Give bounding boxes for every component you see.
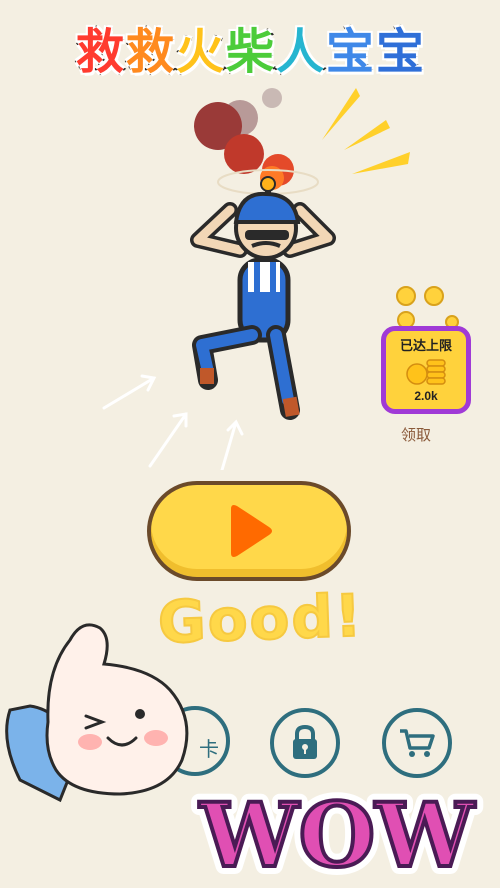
title-char-7: 宝	[375, 23, 426, 82]
wow-sticker: WOW WOW	[191, 780, 483, 885]
spark-icon	[322, 88, 360, 140]
title-char-6: 宝	[325, 23, 376, 82]
spark-icon	[352, 152, 410, 174]
lock-button[interactable]	[270, 708, 340, 778]
motion-arrow	[220, 419, 244, 470]
smoke-puff	[224, 134, 264, 174]
fuse-spark	[260, 176, 276, 192]
wow-text: WOW	[199, 783, 475, 885]
sunglasses	[245, 230, 289, 240]
stickman-character	[102, 88, 410, 470]
play-icon	[231, 505, 272, 557]
shop-button[interactable]	[382, 708, 452, 778]
strap-left	[254, 262, 260, 294]
cheek	[78, 734, 102, 750]
title-char-2: 救	[124, 23, 175, 82]
reward-limit-label: 已达上限	[399, 339, 452, 354]
coin-icon	[396, 286, 416, 306]
eye	[135, 709, 145, 719]
coin-stack-icon	[406, 359, 446, 385]
cap	[233, 191, 301, 224]
motion-arrow	[102, 374, 157, 410]
claim-button[interactable]: 领取	[401, 424, 431, 445]
reward-amount: 2.0k	[414, 389, 438, 403]
smoke-puff	[262, 88, 282, 108]
title-char-1: 救	[74, 23, 125, 82]
reward-card[interactable]: 已达上限 2.0k	[381, 326, 471, 414]
play-button[interactable]	[147, 481, 351, 581]
left-leg-fill	[196, 329, 258, 378]
strap-right	[270, 262, 276, 294]
coin-icon	[424, 286, 444, 306]
title-char-3: 火	[174, 23, 225, 82]
lock-icon	[293, 724, 317, 759]
floating-coins	[396, 286, 459, 328]
cart-icon	[400, 729, 435, 757]
thumb-hand	[45, 623, 189, 796]
left-shoe	[200, 368, 214, 384]
thumbs-up-sticker	[5, 623, 189, 803]
spark-icon	[344, 120, 390, 150]
cheek	[144, 730, 168, 746]
title-char-5: 人	[274, 23, 325, 82]
title-char-4: 柴	[224, 23, 275, 82]
motion-arrow	[148, 412, 188, 468]
